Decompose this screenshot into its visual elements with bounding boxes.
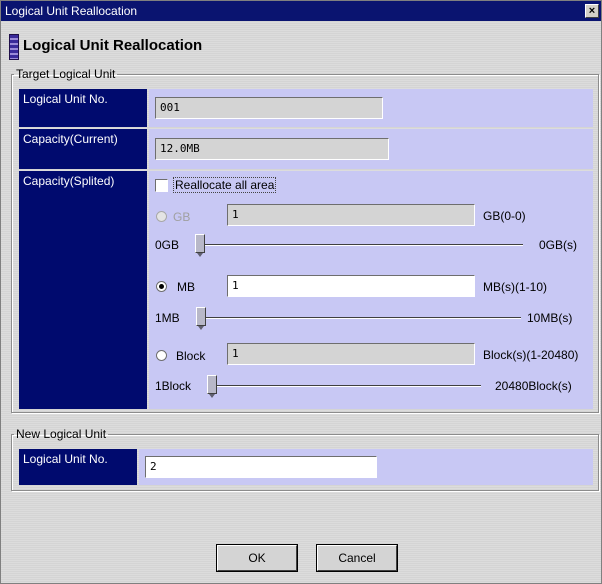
block-radio[interactable] xyxy=(156,350,167,361)
title-bar: Logical Unit Reallocation × xyxy=(1,1,601,21)
block-slider-track xyxy=(209,385,481,387)
reallocate-all-label[interactable]: Reallocate all area xyxy=(172,177,277,193)
mb-radio[interactable] xyxy=(156,281,167,292)
mb-slider-track xyxy=(199,317,521,319)
target-lun-field: 001 xyxy=(155,97,383,119)
ok-button[interactable]: OK xyxy=(217,545,297,571)
block-radio-label: Block xyxy=(176,349,206,363)
capacity-current-field: 12.0MB xyxy=(155,138,389,160)
mb-slider-handle[interactable] xyxy=(196,307,206,330)
new-lun-label: Logical Unit No. xyxy=(19,449,137,485)
close-button[interactable]: × xyxy=(585,4,599,18)
new-lun-input[interactable]: 2 xyxy=(145,456,377,478)
capacity-splited-label: Capacity(Splited) xyxy=(19,171,147,409)
target-lun-label: Logical Unit No. xyxy=(19,89,147,127)
mb-radio-label: MB xyxy=(177,280,195,294)
reallocate-all-checkbox[interactable] xyxy=(155,179,168,192)
block-min-label: 1Block xyxy=(155,379,192,393)
gb-radio[interactable] xyxy=(156,211,167,222)
mb-input[interactable]: 1 xyxy=(227,275,475,297)
gb-input: 1 xyxy=(227,204,475,226)
mb-min-label: 1MB xyxy=(155,311,180,325)
block-range: Block(s)(1-20480) xyxy=(483,348,579,362)
dialog-window: Logical Unit Reallocation × Logical Unit… xyxy=(0,0,602,584)
capacity-current-label: Capacity(Current) xyxy=(19,129,147,169)
close-icon: × xyxy=(588,5,596,17)
gb-max-label: 0GB(s) xyxy=(539,238,578,252)
gb-range: GB(0-0) xyxy=(483,209,526,223)
gb-radio-label: GB xyxy=(173,210,191,224)
mb-max-label: 10MB(s) xyxy=(527,311,573,325)
gb-min-label: 0GB xyxy=(155,238,180,252)
new-group-legend: New Logical Unit xyxy=(16,427,107,441)
block-max-label: 20480Block(s) xyxy=(495,379,572,393)
cancel-button[interactable]: Cancel xyxy=(317,545,397,571)
block-input: 1 xyxy=(227,343,475,365)
block-slider-handle[interactable] xyxy=(207,375,217,398)
window-title: Logical Unit Reallocation xyxy=(5,4,138,18)
mb-range: MB(s)(1-10) xyxy=(483,280,548,294)
storage-icon xyxy=(9,34,19,60)
gb-slider-track xyxy=(197,244,523,246)
target-group-legend: Target Logical Unit xyxy=(16,67,116,81)
dialog-heading: Logical Unit Reallocation xyxy=(23,37,203,54)
gb-slider-handle[interactable] xyxy=(195,234,205,257)
